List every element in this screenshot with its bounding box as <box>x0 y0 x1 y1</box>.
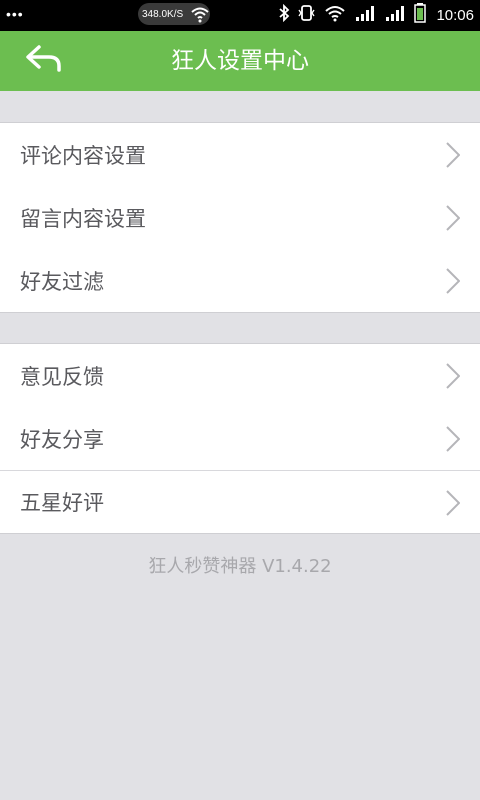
chevron-right-icon <box>446 363 461 393</box>
app-version: 狂人秒赞神器 V1.4.22 <box>148 556 332 577</box>
menu-item-label: 好友过滤 <box>20 269 104 294</box>
menu-item-label: 评论内容设置 <box>20 143 146 168</box>
settings-group-feedback: 意见反馈 好友分享 五星好评 <box>0 343 480 534</box>
net-speed-text: 348.0K/S <box>142 8 184 20</box>
page-title: 狂人设置中心 <box>171 48 309 74</box>
notification-dots: ••• <box>6 6 24 22</box>
menu-item-comment-settings[interactable]: 评论内容设置 <box>0 123 480 186</box>
menu-item-share[interactable]: 好友分享 <box>0 407 480 470</box>
menu-item-message-settings[interactable]: 留言内容设置 <box>0 186 480 249</box>
clock-time: 10:06 <box>436 7 474 24</box>
signal-bars-icon <box>354 4 376 27</box>
menu-item-feedback[interactable]: 意见反馈 <box>0 344 480 407</box>
menu-item-label: 好友分享 <box>20 427 104 452</box>
status-bar: ••• 348.0K/S 10:06 <box>0 0 480 31</box>
settings-group-content: 评论内容设置 留言内容设置 好友过滤 <box>0 122 480 313</box>
menu-item-five-star-rating[interactable]: 五星好评 <box>0 470 480 533</box>
vibrate-icon <box>298 4 316 27</box>
bluetooth-icon <box>278 3 290 27</box>
signal-bars-icon-2 <box>384 4 406 27</box>
chevron-right-icon <box>446 490 461 520</box>
wifi-signal-icon <box>324 4 346 27</box>
menu-item-label: 留言内容设置 <box>20 206 146 231</box>
chevron-right-icon <box>446 426 461 456</box>
chevron-right-icon <box>446 268 461 298</box>
menu-item-label: 意见反馈 <box>20 364 104 389</box>
chevron-right-icon <box>446 205 461 235</box>
chevron-right-icon <box>446 142 461 172</box>
wifi-icon <box>190 5 210 28</box>
app-header: 狂人设置中心 <box>0 31 480 91</box>
menu-item-friend-filter[interactable]: 好友过滤 <box>0 249 480 312</box>
battery-icon <box>414 3 427 28</box>
menu-item-label: 五星好评 <box>20 491 104 515</box>
